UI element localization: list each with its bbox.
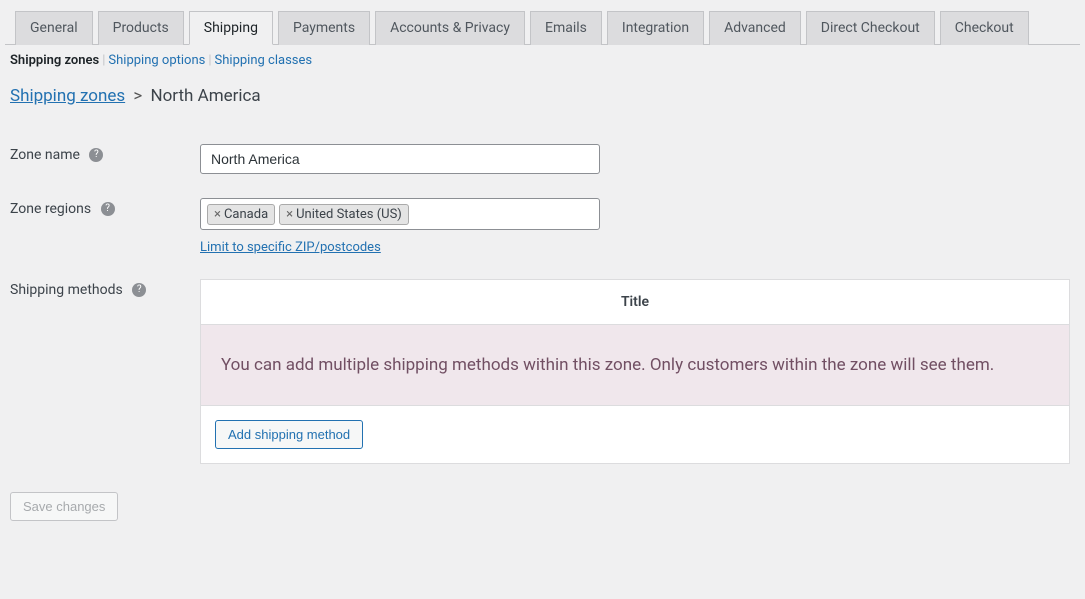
zone-regions-select[interactable]: ×Canada×United States (US) xyxy=(200,198,600,230)
save-changes-button[interactable]: Save changes xyxy=(10,492,118,521)
subnav-shipping-zones[interactable]: Shipping zones xyxy=(10,53,99,68)
breadcrumb-current: North America xyxy=(150,86,260,106)
tab-direct-checkout[interactable]: Direct Checkout xyxy=(806,11,935,45)
help-icon[interactable]: ? xyxy=(101,202,115,216)
tab-shipping[interactable]: Shipping xyxy=(189,11,273,45)
breadcrumb: Shipping zones > North America xyxy=(5,68,1080,112)
tab-general[interactable]: General xyxy=(15,11,93,45)
shipping-methods-table: Title You can add multiple shipping meth… xyxy=(200,279,1070,464)
shipping-subnav: Shipping zones|Shipping options|Shipping… xyxy=(5,45,1080,68)
tab-advanced[interactable]: Advanced xyxy=(709,11,801,45)
tab-payments[interactable]: Payments xyxy=(278,11,370,45)
tab-integration[interactable]: Integration xyxy=(607,11,704,45)
breadcrumb-root-link[interactable]: Shipping zones xyxy=(10,86,125,106)
region-tag: ×United States (US) xyxy=(279,204,409,225)
limit-postcodes-link[interactable]: Limit to specific ZIP/postcodes xyxy=(200,240,381,255)
tab-products[interactable]: Products xyxy=(98,11,184,45)
breadcrumb-separator: > xyxy=(133,86,142,106)
help-icon[interactable]: ? xyxy=(89,148,103,162)
zone-regions-label: Zone regions xyxy=(10,201,91,217)
methods-title-header: Title xyxy=(201,280,1069,325)
zone-name-label: Zone name xyxy=(10,147,80,163)
methods-empty-message: You can add multiple shipping methods wi… xyxy=(201,325,1069,405)
remove-tag-icon[interactable]: × xyxy=(214,207,221,222)
add-shipping-method-button[interactable]: Add shipping method xyxy=(215,420,363,449)
shipping-methods-label: Shipping methods xyxy=(10,282,123,298)
help-icon[interactable]: ? xyxy=(132,283,146,297)
subnav-shipping-classes[interactable]: Shipping classes xyxy=(215,53,313,68)
region-tag: ×Canada xyxy=(207,204,275,225)
tab-emails[interactable]: Emails xyxy=(530,11,602,45)
tab-checkout[interactable]: Checkout xyxy=(940,11,1029,45)
settings-tabs: GeneralProductsShippingPaymentsAccounts … xyxy=(5,0,1080,45)
remove-tag-icon[interactable]: × xyxy=(286,207,293,222)
zone-name-input[interactable] xyxy=(200,144,600,174)
subnav-shipping-options[interactable]: Shipping options xyxy=(108,53,205,68)
tab-accounts-privacy[interactable]: Accounts & Privacy xyxy=(375,11,525,45)
